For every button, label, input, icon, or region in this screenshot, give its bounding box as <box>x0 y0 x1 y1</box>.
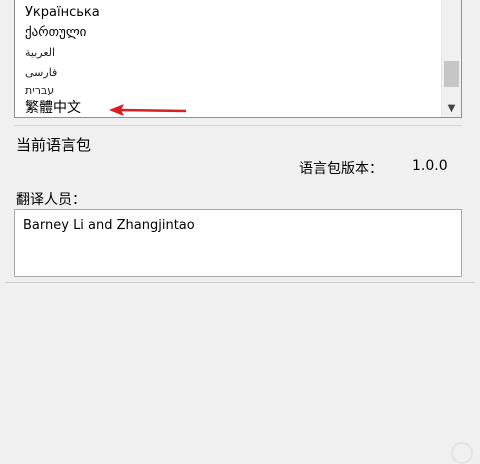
version-value: 1.0.0 <box>412 158 448 174</box>
translators-field[interactable]: Barney Li and Zhangjintao <box>14 209 473 464</box>
list-scrollbar[interactable]: ▼ <box>441 0 461 117</box>
language-item-persian[interactable]: فارسی <box>25 64 57 82</box>
language-item-hebrew[interactable]: עברית <box>25 82 54 100</box>
language-listbox[interactable]: Українська ქართული العربية فارسی עברית 繁… <box>14 0 462 118</box>
red-arrow-icon <box>109 104 187 116</box>
group-border <box>5 282 475 283</box>
section-divider <box>14 125 462 126</box>
translators-label: 翻译人员： <box>16 192 86 208</box>
language-item-georgian[interactable]: ქართული <box>25 24 86 42</box>
language-item-traditional-chinese[interactable]: 繁體中文 <box>25 99 81 117</box>
version-label: 语言包版本： <box>299 161 383 177</box>
watermark-icon <box>451 442 473 464</box>
translators-value: Barney Li and Zhangjintao <box>23 218 195 233</box>
language-item-arabic[interactable]: العربية <box>25 44 55 62</box>
current-language-pack-title: 当前语言包 <box>16 136 92 154</box>
language-item-ukrainian[interactable]: Українська <box>25 4 100 22</box>
scrollbar-thumb[interactable] <box>444 61 459 87</box>
chevron-down-icon[interactable]: ▼ <box>442 101 461 115</box>
